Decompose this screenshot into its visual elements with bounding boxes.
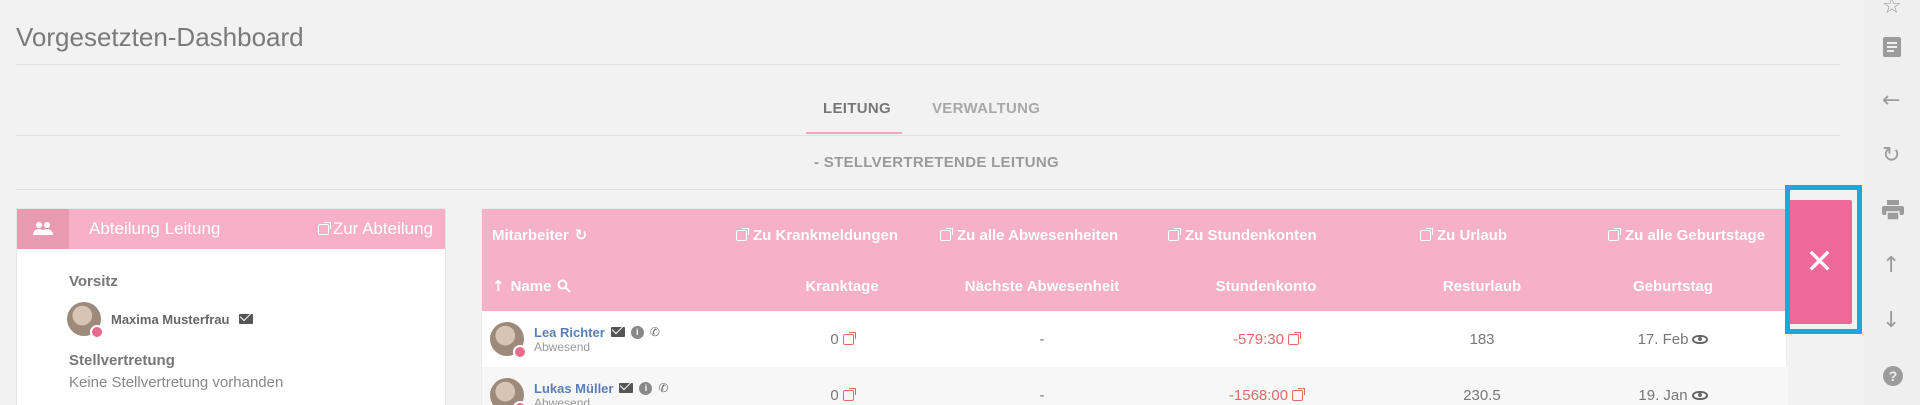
group-icon bbox=[17, 209, 69, 249]
external-link-icon bbox=[1168, 227, 1181, 241]
hours-cell[interactable]: -579:30 bbox=[1146, 311, 1386, 367]
employee-name[interactable]: Lea Richter bbox=[534, 325, 605, 340]
birthdays-link-label: Zu alle Geburtstage bbox=[1625, 226, 1766, 244]
employee-cell: Lea Richter i ✆ Abwesend bbox=[490, 311, 660, 367]
mail-icon[interactable] bbox=[610, 327, 625, 337]
chair-name: Maxima Musterfrau bbox=[111, 311, 230, 327]
hours-link-label: Zu Stundenkonten bbox=[1185, 226, 1317, 244]
sick-link-label: Zu Krankmeldungen bbox=[753, 226, 899, 244]
birthday-cell: 17. Feb bbox=[1553, 311, 1793, 367]
sort-up-icon: ↑ bbox=[492, 277, 505, 295]
divider bbox=[16, 64, 1840, 65]
vacation-link-label: Zu Urlaub bbox=[1437, 226, 1507, 244]
divider bbox=[16, 135, 1840, 136]
hours-value: -1568:00 bbox=[1228, 386, 1289, 404]
tab-leitung[interactable]: LEITUNG bbox=[823, 100, 891, 117]
chair-label: Vorsitz bbox=[69, 273, 118, 290]
tab-verwaltung[interactable]: VERWALTUNG bbox=[932, 100, 1040, 117]
birthday-value: 19. Jan bbox=[1638, 386, 1688, 404]
reload-icon[interactable]: ↻ bbox=[1882, 145, 1900, 167]
page-title: Vorgesetzten-Dashboard bbox=[16, 22, 304, 52]
phone-icon[interactable]: ✆ bbox=[650, 325, 660, 339]
absences-link[interactable]: Zu alle Abwesenheiten bbox=[940, 209, 1118, 261]
employees-label: Mitarbeiter bbox=[492, 226, 569, 244]
birthday-value: 17. Feb bbox=[1637, 330, 1689, 348]
table-row: Lea Richter i ✆ Abwesend 0 - -579:30 183 bbox=[482, 311, 1788, 367]
avatar bbox=[490, 378, 527, 405]
department-title: Abteilung Leitung bbox=[89, 219, 221, 238]
table-row: Lukas Müller i ✆ Abwesend 0 - -1568:00 2… bbox=[482, 367, 1788, 405]
birthdays-link[interactable]: Zu alle Geburtstage bbox=[1608, 209, 1765, 261]
up-arrow-icon[interactable]: ↑ bbox=[1882, 255, 1900, 277]
avatar bbox=[490, 322, 527, 359]
help-icon[interactable]: ? bbox=[1882, 365, 1904, 392]
status-badge bbox=[513, 401, 527, 405]
employee-table: Mitarbeiter ↻ Zu Krankmeldungen Zu alle … bbox=[481, 208, 1788, 405]
refresh-icon[interactable]: ↻ bbox=[575, 226, 588, 244]
mail-icon[interactable] bbox=[239, 314, 254, 324]
hours-cell[interactable]: -1568:00 bbox=[1146, 367, 1386, 405]
hours-column-header[interactable]: Stundenkonto bbox=[1146, 261, 1386, 311]
back-arrow-icon[interactable]: ← bbox=[1882, 90, 1900, 112]
name-column-header[interactable]: ↑ Name bbox=[492, 261, 572, 311]
department-card-header: Abteilung Leitung Zur Abteilung bbox=[17, 209, 445, 249]
go-to-department-link[interactable]: Zur Abteilung bbox=[317, 219, 433, 239]
hours-link[interactable]: Zu Stundenkonten bbox=[1168, 209, 1317, 261]
active-tab-indicator bbox=[806, 132, 902, 134]
external-link-icon bbox=[1287, 331, 1301, 345]
employee-name[interactable]: Lukas Müller bbox=[534, 381, 613, 396]
external-link-icon bbox=[940, 227, 953, 241]
eye-icon[interactable] bbox=[1691, 390, 1708, 400]
employee-status: Abwesend bbox=[534, 339, 591, 354]
birthday-cell: 19. Jan bbox=[1553, 367, 1793, 405]
name-column-label: Name bbox=[510, 277, 552, 295]
sick-link[interactable]: Zu Krankmeldungen bbox=[736, 209, 898, 261]
deputy-label: Stellvertretung bbox=[69, 352, 175, 369]
hours-value: -579:30 bbox=[1233, 330, 1284, 348]
highlight-frame bbox=[1785, 185, 1862, 334]
sick-days-value: 0 bbox=[830, 386, 839, 404]
next-absence-cell: - bbox=[1039, 330, 1045, 348]
external-link-icon bbox=[842, 387, 856, 401]
external-link-icon bbox=[1420, 227, 1433, 241]
external-link-icon bbox=[317, 221, 331, 235]
department-card: Abteilung Leitung Zur Abteilung Vorsitz … bbox=[16, 208, 446, 405]
notes-icon[interactable] bbox=[1882, 36, 1902, 63]
external-link-icon bbox=[1608, 227, 1621, 241]
info-icon[interactable]: i bbox=[630, 325, 644, 339]
eye-icon[interactable] bbox=[1692, 334, 1709, 344]
table-link-row: Mitarbeiter ↻ Zu Krankmeldungen Zu alle … bbox=[482, 209, 1788, 261]
vacation-link[interactable]: Zu Urlaub bbox=[1420, 209, 1507, 261]
status-badge bbox=[90, 325, 104, 339]
next-absence-column-header[interactable]: Nächste Abwesenheit bbox=[922, 261, 1162, 311]
chair-person: Maxima Musterfrau bbox=[67, 302, 254, 339]
birthday-column-header[interactable]: Geburtstag bbox=[1553, 261, 1793, 311]
star-icon[interactable]: ☆ bbox=[1882, 0, 1902, 18]
avatar bbox=[67, 302, 104, 339]
svg-text:?: ? bbox=[1889, 368, 1898, 384]
divider bbox=[16, 189, 1840, 190]
section-subtitle: - STELLVERTRETENDE LEITUNG bbox=[814, 154, 1060, 171]
external-link-icon bbox=[736, 227, 749, 241]
deputy-text: Keine Stellvertretung vorhanden bbox=[69, 374, 284, 391]
external-link-icon bbox=[842, 331, 856, 345]
browser-side-rail: ☆ ← ↻ ↑ ↓ ? bbox=[1864, 0, 1920, 405]
external-link-icon bbox=[1292, 387, 1306, 401]
down-arrow-icon[interactable]: ↓ bbox=[1882, 310, 1900, 332]
main-area: Vorgesetzten-Dashboard LEITUNG VERWALTUN… bbox=[0, 0, 1864, 405]
go-to-department-label: Zur Abteilung bbox=[332, 219, 433, 238]
employee-cell: Lukas Müller i ✆ Abwesend bbox=[490, 367, 669, 405]
employee-status: Abwesend bbox=[534, 395, 591, 405]
next-absence-cell: - bbox=[1039, 386, 1045, 404]
print-icon[interactable] bbox=[1882, 200, 1904, 225]
mail-icon[interactable] bbox=[619, 383, 634, 393]
phone-icon[interactable]: ✆ bbox=[658, 381, 668, 395]
table-column-header-row: ↑ Name Kranktage Nächste Abwesenheit Stu… bbox=[482, 261, 1788, 311]
employees-header: Mitarbeiter ↻ bbox=[492, 209, 587, 261]
status-badge bbox=[513, 345, 527, 359]
absences-link-label: Zu alle Abwesenheiten bbox=[957, 226, 1119, 244]
sick-days-value: 0 bbox=[830, 330, 839, 348]
info-icon[interactable]: i bbox=[639, 381, 653, 395]
search-icon[interactable] bbox=[557, 279, 572, 293]
